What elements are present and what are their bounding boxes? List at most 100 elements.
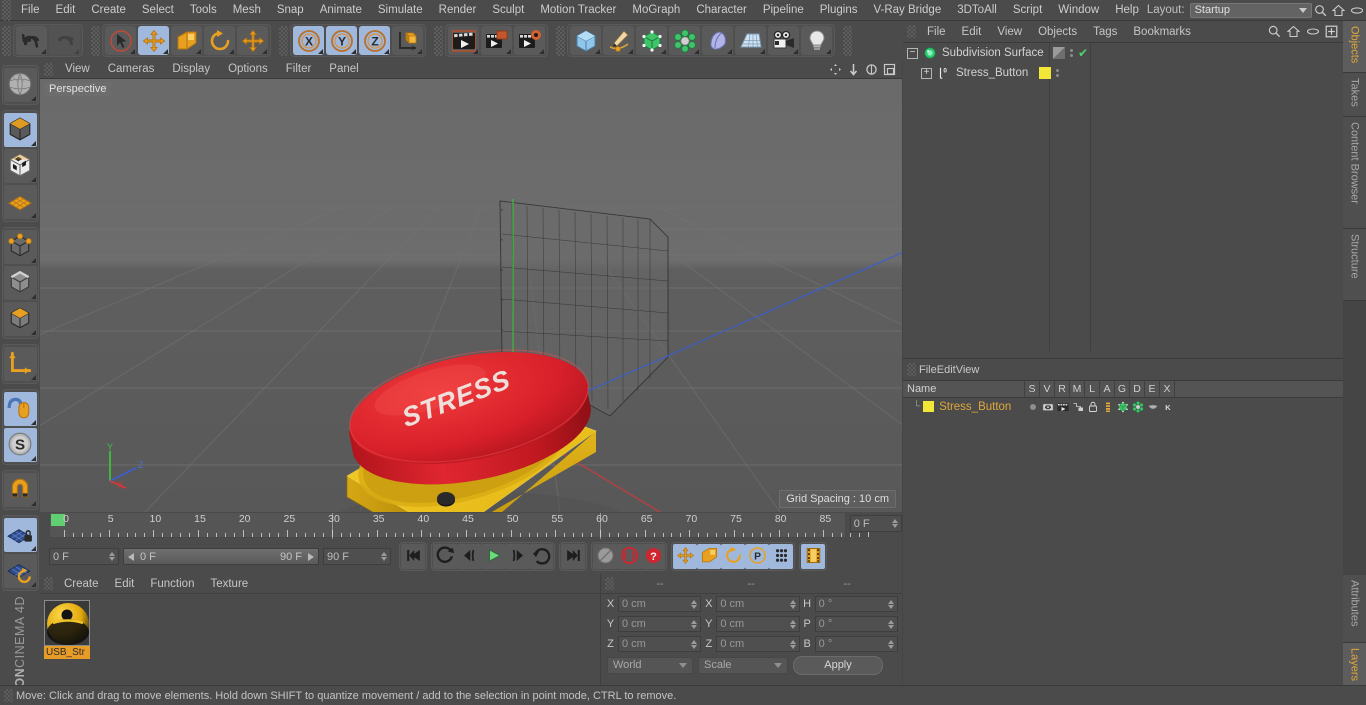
home-icon[interactable] [1286, 24, 1301, 39]
polygon-mode-button[interactable] [3, 302, 37, 336]
menu-sculpt[interactable]: Sculpt [484, 0, 532, 21]
object-row[interactable]: +0 Stress_Button [903, 63, 1343, 83]
autokeying-button[interactable] [617, 544, 641, 569]
spinner[interactable] [887, 599, 894, 609]
object-menu-edit[interactable]: Edit [954, 21, 990, 43]
material-item[interactable]: USB_Str [44, 600, 92, 659]
object-menu-objects[interactable]: Objects [1030, 21, 1085, 43]
toolbar-group-grip[interactable] [434, 25, 443, 56]
keyframe-selection-button[interactable]: ? [641, 544, 665, 569]
generator-icon[interactable] [1115, 401, 1130, 413]
menu-edit[interactable]: Edit [48, 0, 84, 21]
menu-mograph[interactable]: MoGraph [624, 0, 688, 21]
max-frame-input[interactable]: 90 F [323, 548, 391, 565]
menu-plugins[interactable]: Plugins [812, 0, 866, 21]
object-menu-view[interactable]: View [989, 21, 1030, 43]
size-z-input[interactable]: 0 cm [716, 636, 800, 652]
timeline-toggle-button[interactable] [801, 544, 825, 569]
spinner[interactable] [887, 639, 894, 649]
xref-icon[interactable]: K [1160, 401, 1175, 413]
layout-dropdown[interactable]: Startup [1189, 2, 1312, 18]
spinner[interactable] [691, 619, 698, 629]
search-icon[interactable] [1312, 1, 1330, 19]
layer-name-cell[interactable]: └ Stress_Button [903, 401, 1025, 413]
material-menu-create[interactable]: Create [56, 574, 107, 594]
visible-check-icon[interactable]: ✔ [1078, 47, 1088, 59]
menu-window[interactable]: Window [1050, 0, 1107, 21]
timeline-frame-field[interactable]: 0 F [849, 515, 902, 532]
current-frame-input[interactable]: 0 F [49, 548, 119, 565]
redo-button[interactable] [49, 26, 80, 55]
go-to-start-button[interactable] [401, 544, 425, 569]
object-menu-tags[interactable]: Tags [1085, 21, 1125, 43]
position-y-input[interactable]: 0 cm [618, 616, 702, 632]
menu-create[interactable]: Create [83, 0, 134, 21]
vtab-structure[interactable]: Structure [1343, 229, 1366, 301]
vtab-content-browser[interactable]: Content Browser [1343, 117, 1366, 229]
object-tag-swatch[interactable] [1053, 47, 1065, 59]
viewport-menu-options[interactable]: Options [219, 60, 277, 79]
rotation-b-input[interactable]: 0 ° [814, 636, 898, 652]
search-icon[interactable] [1267, 24, 1282, 39]
home-icon[interactable] [1330, 1, 1348, 19]
scene-objects-button[interactable] [702, 26, 733, 55]
edge-mode-button[interactable] [3, 266, 37, 300]
vtab-attributes[interactable]: Attributes [1343, 575, 1366, 643]
layers-menu-file[interactable]: File [919, 364, 937, 376]
viewport-3d[interactable]: Perspective Grid Spacing : 10 cm STRESS … [40, 79, 902, 512]
status-bar-grip[interactable] [4, 689, 13, 702]
viewport-menu-filter[interactable]: Filter [277, 60, 321, 79]
step-forward-button[interactable] [505, 544, 529, 569]
vtab-objects[interactable]: Objects [1343, 21, 1366, 73]
dynamic-place-button[interactable] [237, 26, 268, 55]
spinner[interactable] [789, 639, 796, 649]
object-tag-swatch[interactable] [1039, 67, 1051, 79]
spinner[interactable] [887, 619, 894, 629]
scale-tool-button[interactable] [171, 26, 202, 55]
menu-v-ray-bridge[interactable]: V-Ray Bridge [865, 0, 949, 21]
render-icon[interactable] [1055, 401, 1070, 413]
coordinate-system-dropdown[interactable]: World [607, 656, 693, 674]
toolbar-group-grip[interactable] [556, 25, 565, 56]
position-key-button[interactable] [673, 544, 697, 569]
make-editable-button[interactable] [3, 68, 37, 102]
layer-row[interactable]: └ Stress_Button K [903, 398, 1343, 415]
locked-icon[interactable] [1085, 401, 1100, 413]
layers-menu-edit[interactable]: Edit [937, 364, 956, 376]
toolbar-grip[interactable] [2, 25, 11, 56]
maximize-view-icon[interactable] [882, 62, 897, 77]
eye-icon[interactable] [1348, 1, 1366, 19]
move-tool-button[interactable] [138, 26, 169, 55]
go-to-end-button[interactable] [561, 544, 585, 569]
menu-tools[interactable]: Tools [182, 0, 225, 21]
workplane-mode-button[interactable] [3, 185, 37, 219]
max-frame-spinner[interactable] [381, 552, 387, 561]
object-dots[interactable] [1070, 49, 1073, 57]
viewport-menu-panel[interactable]: Panel [320, 60, 367, 79]
new-layer-icon[interactable] [1324, 24, 1339, 39]
animation-icon[interactable] [1100, 401, 1115, 413]
layers-menu-view[interactable]: View [956, 364, 980, 376]
point-level-animation-button[interactable] [769, 544, 793, 569]
menu-pipeline[interactable]: Pipeline [755, 0, 812, 21]
current-frame-spinner[interactable] [109, 552, 115, 561]
toolbar-group-grip[interactable] [91, 25, 100, 56]
coordinate-mode-dropdown[interactable]: Scale [698, 656, 788, 674]
viewport-menu-view[interactable]: View [56, 60, 99, 79]
menu-mesh[interactable]: Mesh [225, 0, 269, 21]
viewport-menu-cameras[interactable]: Cameras [99, 60, 164, 79]
layers-manager-grip[interactable] [907, 363, 916, 376]
menu-snap[interactable]: Snap [269, 0, 312, 21]
menu-help[interactable]: Help [1107, 0, 1147, 21]
material-menu-edit[interactable]: Edit [107, 574, 143, 594]
size-x-input[interactable]: 0 cm [716, 596, 800, 612]
expand-toggle[interactable]: + [921, 67, 932, 79]
render-settings-button[interactable] [514, 26, 545, 55]
vtab-takes[interactable]: Takes [1343, 73, 1366, 117]
expand-toggle[interactable]: − [907, 47, 918, 59]
rotation-key-button[interactable] [721, 544, 745, 569]
object-row[interactable]: − Subdivision Surface ✔ [903, 43, 1343, 63]
menu-select[interactable]: Select [134, 0, 182, 21]
spinner[interactable] [691, 599, 698, 609]
solo-dot-icon[interactable] [1025, 401, 1040, 413]
